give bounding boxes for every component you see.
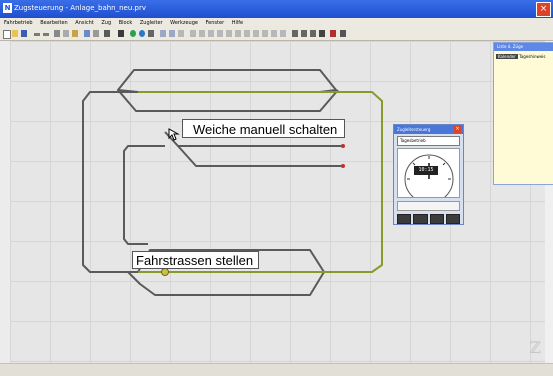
tool-icon-12[interactable] [340,30,346,37]
clock-speed-slider[interactable] [397,201,460,211]
callout-turnout: Weiche manuell schalten [182,119,345,138]
table-icon[interactable] [160,30,166,37]
tool-icon-4[interactable] [262,30,268,37]
track-bottom-siding [127,271,325,296]
close-button[interactable]: × [536,2,551,17]
train-list-tag: Kalender [496,54,518,59]
cut-icon[interactable] [54,30,60,37]
signal-lower[interactable] [341,164,345,168]
train-list-title: Liste d. Züge [494,43,553,51]
tool-icon-7[interactable] [292,30,298,37]
menu-bar: Fahrbetrieb Bearbeiten Ansicht Zug Block… [0,18,553,28]
track-branch-lower [177,145,343,167]
hand-cursor-icon [166,126,180,145]
track-layout[interactable] [10,41,545,363]
train-icon[interactable] [208,30,214,37]
paste-icon[interactable] [72,30,78,37]
print-icon[interactable] [93,30,99,37]
save-icon[interactable] [21,30,27,37]
menu-bearbeiten[interactable]: Bearbeiten [40,18,67,28]
clock-close-icon[interactable]: × [454,126,461,133]
copy-icon[interactable] [63,30,69,37]
tool-icon-3[interactable] [253,30,259,37]
track-inner-loop [123,145,165,245]
signal-upper[interactable] [341,144,345,148]
train-list-item: Tageshinweis [519,54,546,59]
menu-zug[interactable]: Zug [101,18,111,28]
new-icon[interactable] [3,30,11,39]
clock-mode-select[interactable]: Tagesbetrieb [397,136,460,146]
clock-digital-readout: 10:15 [414,166,438,175]
redo-icon[interactable] [43,33,49,36]
app-icon: N [3,3,12,13]
blue-signal-icon[interactable] [139,30,145,37]
clock-title: Zugleitersteuerg [394,125,463,134]
clock-play-button[interactable] [397,214,412,224]
grid-icon[interactable] [178,30,184,37]
menu-werkzeuge[interactable]: Werkzeuge [170,18,198,28]
tool-icon-8[interactable] [301,30,307,37]
go-icon[interactable] [217,30,223,37]
green-signal-icon[interactable] [130,30,136,37]
menu-fenster[interactable]: Fenster [206,18,225,28]
train-list-panel: Liste d. Züge Kalender Tageshinweis [493,42,553,185]
tool-icon-11[interactable] [330,30,336,37]
clock-train-button[interactable] [429,214,444,224]
mode-icon[interactable] [148,30,154,37]
stop-icon[interactable] [118,30,124,37]
tool-icon-5[interactable] [271,30,277,37]
menu-hilfe[interactable]: Hilfe [232,18,243,28]
menu-ansicht[interactable]: Ansicht [75,18,93,28]
open-icon[interactable] [12,30,18,37]
callout-routes: Fahrstrassen stellen [132,251,259,269]
tool-icon-9[interactable] [310,30,316,37]
train-list-row[interactable]: Kalender Tageshinweis [496,54,552,60]
edit-icon[interactable] [226,30,232,37]
clock-stop-button[interactable] [413,214,428,224]
menu-block[interactable]: Block [119,18,133,28]
menu-fahrbetrieb[interactable]: Fahrbetrieb [4,18,33,28]
tool-icon-10[interactable] [319,30,325,37]
undo-icon[interactable] [34,33,40,36]
list-icon[interactable] [169,30,175,37]
clock-window: Zugleitersteuerg × Tagesbetrieb 10:15 [393,124,464,225]
track-top-inner [117,89,339,112]
menu-zugleiter[interactable]: Zugleiter [140,18,163,28]
watermark-logo: ℤ [529,338,541,357]
title-bar: N Zugsteuerung - Anlage_bahn_neu.prv × [0,0,553,18]
route-icon[interactable] [199,30,205,37]
clock-settings-button[interactable] [445,214,460,224]
status-bar [0,363,553,376]
zoom-icon[interactable] [84,30,90,37]
tool-icon-1[interactable] [235,30,241,37]
clock-face: 10:15 [397,148,460,204]
help-icon[interactable] [104,30,110,37]
window-title: Zugsteuerung - Anlage_bahn_neu.prv [14,4,146,12]
tool-icon-6[interactable] [280,30,286,37]
track-top-siding [117,69,337,93]
toolbar [0,28,553,41]
clock-buttons [397,214,460,224]
block-icon[interactable] [190,30,196,37]
tool-icon-2[interactable] [244,30,250,37]
